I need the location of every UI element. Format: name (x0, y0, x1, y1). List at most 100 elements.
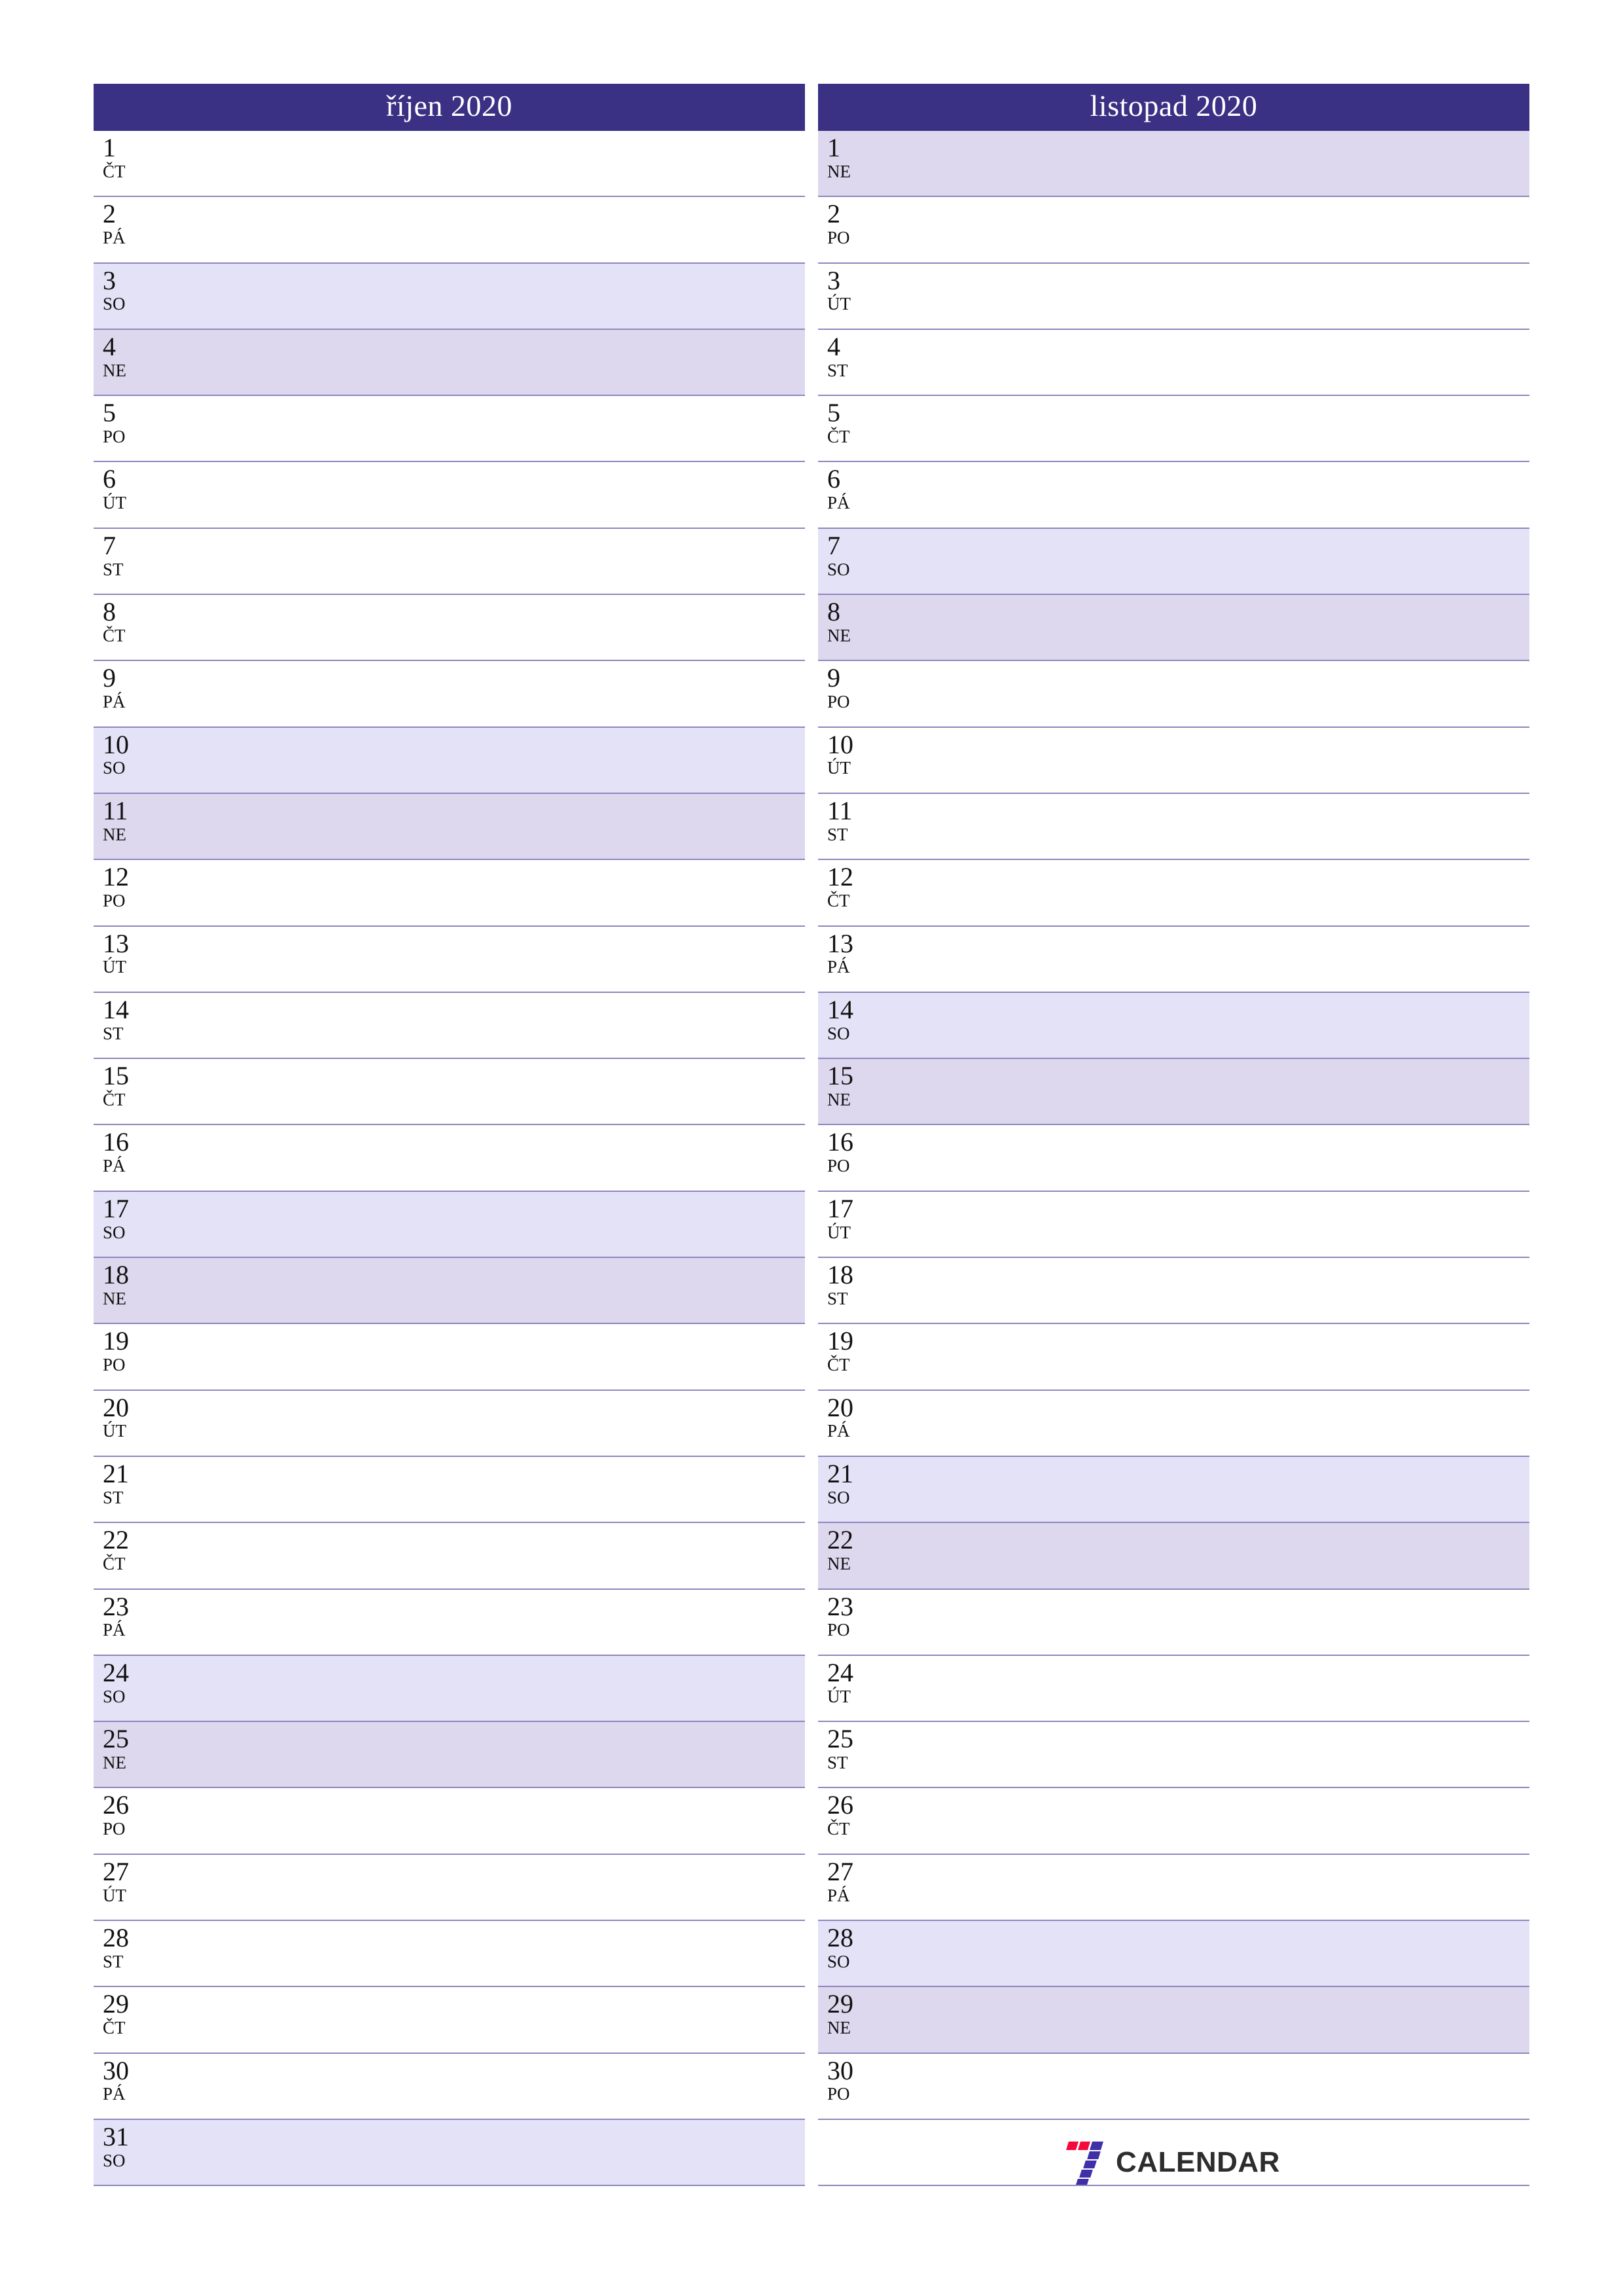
day-number: 22 (103, 1525, 129, 1555)
day-row[interactable]: 12 ČT (818, 859, 1529, 925)
day-row[interactable]: 2 PÁ (94, 196, 805, 262)
day-weekday: ÚT (827, 294, 851, 314)
month-title-1: říjen 2020 (94, 84, 805, 131)
day-weekday: PO (827, 692, 850, 712)
day-row[interactable]: 27 ÚT (94, 1853, 805, 1920)
day-row[interactable]: 28 SO (818, 1920, 1529, 1986)
day-row[interactable]: 4 NE (94, 328, 805, 395)
day-row[interactable]: 13 ÚT (94, 925, 805, 992)
day-row[interactable]: 15 ČT (94, 1058, 805, 1124)
day-row[interactable]: 15 NE (818, 1058, 1529, 1124)
day-number: 10 (103, 729, 129, 759)
day-number: 16 (827, 1127, 853, 1157)
day-row[interactable]: 23 PO (818, 1588, 1529, 1655)
day-row[interactable]: 17 ÚT (818, 1190, 1529, 1257)
day-row[interactable]: 17 SO (94, 1190, 805, 1257)
day-row[interactable]: 29 NE (818, 1986, 1529, 2053)
day-row[interactable]: 10 ÚT (818, 726, 1529, 793)
day-row[interactable]: 1 ČT (94, 131, 805, 196)
day-weekday: ST (827, 1752, 848, 1772)
day-row[interactable]: 5 ČT (818, 395, 1529, 461)
day-weekday: PÁ (827, 957, 850, 977)
day-row[interactable]: 30 PO (818, 2052, 1529, 2119)
day-row[interactable]: 8 NE (818, 594, 1529, 660)
day-row[interactable]: 20 PÁ (818, 1389, 1529, 1456)
day-row[interactable]: 27 PÁ (818, 1853, 1529, 1920)
day-weekday: NE (827, 1554, 851, 1574)
day-row[interactable]: 22 ČT (94, 1522, 805, 1588)
day-row[interactable]: 21 ST (94, 1455, 805, 1522)
day-row[interactable]: 11 NE (94, 792, 805, 859)
day-row[interactable]: 16 PÁ (94, 1124, 805, 1191)
day-row[interactable]: 14 SO (818, 991, 1529, 1058)
day-row[interactable]: 19 ČT (818, 1323, 1529, 1390)
day-number: 18 (103, 1260, 129, 1290)
seven-logo-icon (1065, 2140, 1105, 2185)
day-row[interactable]: 16 PO (818, 1124, 1529, 1191)
day-row[interactable]: 13 PÁ (818, 925, 1529, 992)
day-weekday: ÚT (103, 1421, 126, 1441)
day-row[interactable]: 2 PO (818, 196, 1529, 262)
day-row[interactable]: 7 SO (818, 527, 1529, 594)
day-number: 15 (103, 1061, 129, 1091)
day-weekday: SO (827, 1023, 850, 1043)
day-row[interactable]: 29 ČT (94, 1986, 805, 2053)
day-row[interactable]: 11 ST (818, 792, 1529, 859)
day-weekday: ST (827, 360, 848, 380)
day-number: 3 (827, 265, 840, 295)
day-row[interactable]: 24 SO (94, 1654, 805, 1721)
day-row[interactable]: 23 PÁ (94, 1588, 805, 1655)
day-number: 1 (103, 133, 116, 162)
day-weekday: ČT (827, 1819, 850, 1839)
day-weekday: NE (103, 1752, 126, 1772)
day-row[interactable]: 3 ÚT (818, 262, 1529, 329)
day-weekday: PO (827, 1620, 850, 1640)
day-row[interactable]: 26 ČT (818, 1787, 1529, 1854)
day-row[interactable]: 1 NE (818, 131, 1529, 196)
day-weekday: PO (103, 1819, 126, 1839)
day-row[interactable]: 26 PO (94, 1787, 805, 1854)
day-row[interactable]: 24 ÚT (818, 1654, 1529, 1721)
day-row[interactable]: 28 ST (94, 1920, 805, 1986)
day-row[interactable]: 22 NE (818, 1522, 1529, 1588)
day-weekday: PO (103, 1355, 126, 1375)
day-weekday: SO (103, 2150, 126, 2170)
day-number: 27 (103, 1856, 129, 1886)
day-row[interactable]: 30 PÁ (94, 2052, 805, 2119)
day-number: 20 (103, 1392, 129, 1422)
day-weekday: SO (103, 1686, 126, 1706)
day-number: 26 (103, 1790, 129, 1820)
day-row[interactable]: 21 SO (818, 1455, 1529, 1522)
day-weekday: ÚT (827, 1222, 851, 1242)
month-column-1: říjen 2020 1 ČT 2 PÁ 3 SO 4 NE 5 PO 6 ÚT 7 ST 8 ČT 9 PÁ 10… (94, 84, 805, 2186)
day-row[interactable]: 20 ÚT (94, 1389, 805, 1456)
day-row[interactable]: 31 SO (94, 2118, 805, 2185)
day-row[interactable]: 18 ST (818, 1257, 1529, 1323)
day-row[interactable]: 3 SO (94, 262, 805, 329)
day-row[interactable]: 5 PO (94, 395, 805, 461)
day-row[interactable]: 18 NE (94, 1257, 805, 1323)
day-number: 28 (827, 1923, 853, 1953)
day-row[interactable]: 25 ST (818, 1721, 1529, 1787)
day-row[interactable]: 6 PÁ (818, 461, 1529, 528)
day-row[interactable]: 9 PÁ (94, 660, 805, 726)
day-row[interactable]: 6 ÚT (94, 461, 805, 528)
day-row[interactable]: 10 SO (94, 726, 805, 793)
day-number: 27 (827, 1856, 853, 1886)
day-number: 30 (103, 2055, 129, 2085)
day-weekday: ÚT (827, 1686, 851, 1706)
day-number: 21 (827, 1458, 853, 1488)
day-number: 26 (827, 1790, 853, 1820)
day-row[interactable]: 7 ST (94, 527, 805, 594)
day-row[interactable]: 8 ČT (94, 594, 805, 660)
day-weekday: ST (103, 1487, 124, 1507)
day-row[interactable]: 25 NE (94, 1721, 805, 1787)
day-row[interactable]: 19 PO (94, 1323, 805, 1390)
day-row[interactable]: 4 ST (818, 328, 1529, 395)
day-weekday: PO (103, 426, 126, 446)
day-row[interactable]: 12 PO (94, 859, 805, 925)
day-row[interactable]: 14 ST (94, 991, 805, 1058)
day-row[interactable]: 9 PO (818, 660, 1529, 726)
day-number: 1 (827, 133, 840, 162)
day-weekday: ÚT (103, 957, 126, 977)
